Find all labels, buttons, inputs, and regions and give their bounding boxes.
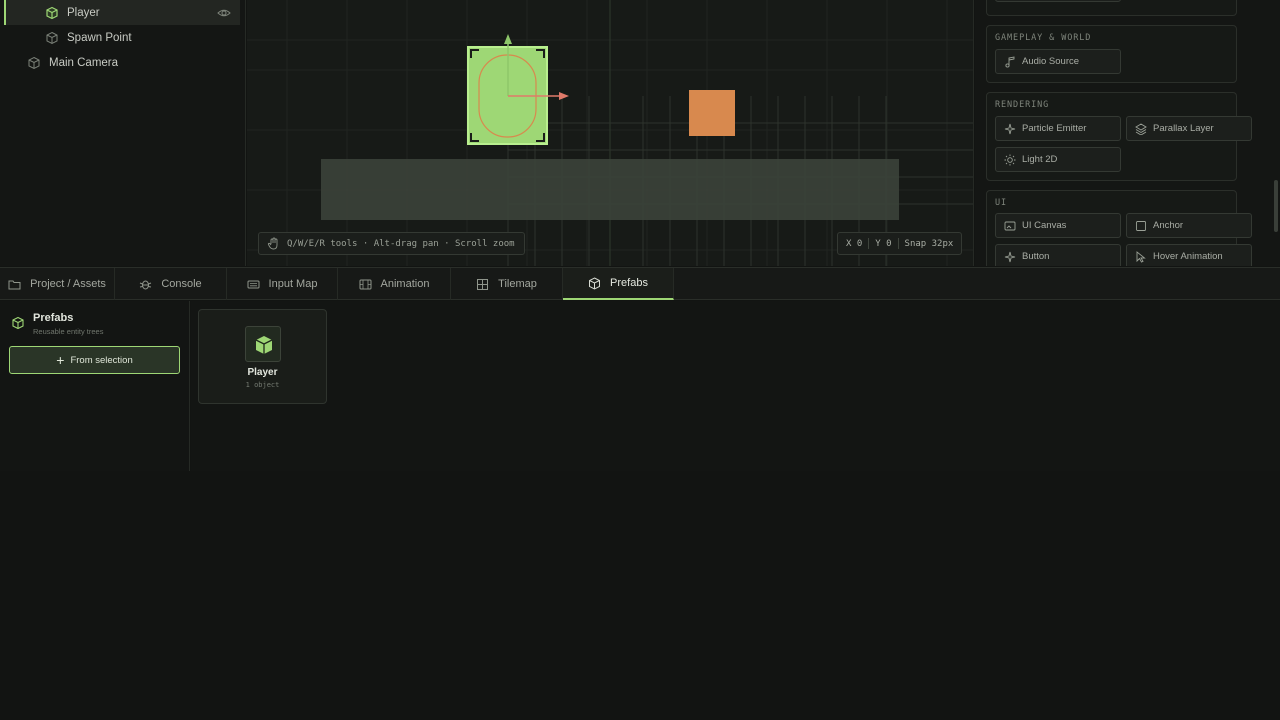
crate-entity[interactable] [689,90,735,136]
prefab-object-count: 1 object [245,381,280,389]
component-library: GAMEPLAY & WORLD Audio Source RENDERING … [975,0,1280,266]
prefab-card-player[interactable]: Player 1 object [198,309,327,404]
tab-input-map[interactable]: Input Map [227,268,338,300]
scene-grid [247,0,973,266]
group-title: GAMEPLAY & WORLD [995,33,1092,43]
scene-viewport[interactable]: Q/W/E/R tools · Alt-drag pan · Scroll zo… [247,0,974,266]
grid-icon [477,278,489,290]
cube-icon [255,336,273,354]
library-item-anchor[interactable]: Anchor [1126,213,1252,238]
sparkle-icon [1004,123,1016,135]
tab-label: Input Map [268,278,318,290]
cube-icon [46,6,58,19]
tab-animation[interactable]: Animation [338,268,451,300]
bottom-tab-bar: Project / Assets Console Input Map Anima… [0,267,1280,300]
library-item-previous[interactable] [995,0,1121,2]
bug-icon [140,280,152,289]
hierarchy-item-label: Main Camera [49,56,119,69]
library-group-rendering: RENDERING Particle Emitter Parallax Laye… [986,92,1252,181]
hierarchy-item-label: Player [67,6,100,19]
pointer-icon [1004,251,1016,263]
library-item-label: Button [1022,251,1050,262]
from-selection-label: From selection [70,354,133,366]
eye-icon[interactable] [217,6,231,20]
tab-console[interactable]: Console [115,268,227,300]
library-item-audio-source[interactable]: Audio Source [995,49,1121,74]
group-title: UI [995,198,1008,208]
cube-icon [589,276,601,290]
player-entity[interactable] [463,30,583,150]
music-note-icon [1005,56,1015,68]
ground-platform[interactable] [321,159,899,220]
hierarchy-panel: Player Spawn Point Main Camera [0,0,246,266]
library-item-parallax-layer[interactable]: Parallax Layer [1126,116,1252,141]
canvas-icon [1004,221,1016,231]
tab-prefabs[interactable]: Prefabs [563,268,674,300]
tab-label: Console [161,278,202,290]
library-group-gameplay: GAMEPLAY & WORLD Audio Source [986,25,1237,83]
library-item-label: UI Canvas [1022,220,1067,231]
keyboard-icon [247,280,260,288]
prefabs-grid: Player 1 object [191,301,1280,471]
film-icon [359,279,372,289]
plus-icon: + [56,352,65,368]
cube-outline-icon [28,56,40,69]
hierarchy-item-main-camera[interactable]: Main Camera [4,50,240,75]
tab-label: Tilemap [498,278,537,290]
folder-icon [8,280,21,289]
prefab-thumbnail [245,326,281,362]
viewport-hint: Q/W/E/R tools · Alt-drag pan · Scroll zo… [258,232,525,255]
square-icon [1136,221,1146,231]
prefab-name: Player [247,367,278,378]
library-item-particle-emitter[interactable]: Particle Emitter [995,116,1121,141]
snap-setting[interactable]: Snap 32px [905,239,954,249]
library-item-light-2d[interactable]: Light 2D [995,147,1121,172]
library-group-previous [986,0,1237,16]
library-group-ui: UI UI Canvas Anchor Button Hover Animati… [986,190,1252,266]
cursor-icon [1136,251,1146,263]
library-item-button[interactable]: Button [995,244,1121,266]
library-scrollbar[interactable] [1274,180,1278,232]
hierarchy-item-label: Spawn Point [67,31,132,44]
library-item-label: Parallax Layer [1153,123,1214,134]
y-coordinate: Y 0 [875,238,892,249]
tab-project-assets[interactable]: Project / Assets [0,268,115,300]
x-coordinate: X 0 [846,238,863,249]
coordinate-readout: X 0 Y 0 Snap 32px [837,232,963,255]
library-item-hover-animation[interactable]: Hover Animation [1126,244,1252,266]
hierarchy-item-player[interactable]: Player [4,0,240,25]
prefabs-subtitle: Reusable entity trees [33,327,104,336]
cube-icon [12,316,24,330]
library-item-label: Audio Source [1022,56,1080,67]
cube-outline-icon [46,31,58,44]
group-title: RENDERING [995,100,1050,110]
library-item-label: Particle Emitter [1022,123,1087,134]
library-item-label: Anchor [1153,220,1184,231]
library-item-label: Hover Animation [1153,251,1223,262]
prefabs-sidebar: Prefabs Reusable entity trees + From sel… [0,301,190,471]
tab-label: Animation [380,278,430,290]
from-selection-button[interactable]: + From selection [9,346,180,374]
prefabs-title: Prefabs [33,312,74,324]
empty-area [0,471,1280,720]
library-item-ui-canvas[interactable]: UI Canvas [995,213,1121,238]
tab-label: Prefabs [610,277,648,289]
hand-icon [267,237,278,250]
editor-window: Player Spawn Point Main Camera Q/W/E/R t… [0,0,1280,720]
sun-icon [1004,154,1016,166]
library-item-label: Light 2D [1022,154,1058,165]
viewport-hint-text: Q/W/E/R tools · Alt-drag pan · Scroll zo… [287,238,515,249]
layers-icon [1135,123,1147,135]
tab-label: Project / Assets [30,278,106,290]
hierarchy-item-spawn-point[interactable]: Spawn Point [4,25,240,50]
tab-tilemap[interactable]: Tilemap [451,268,563,300]
